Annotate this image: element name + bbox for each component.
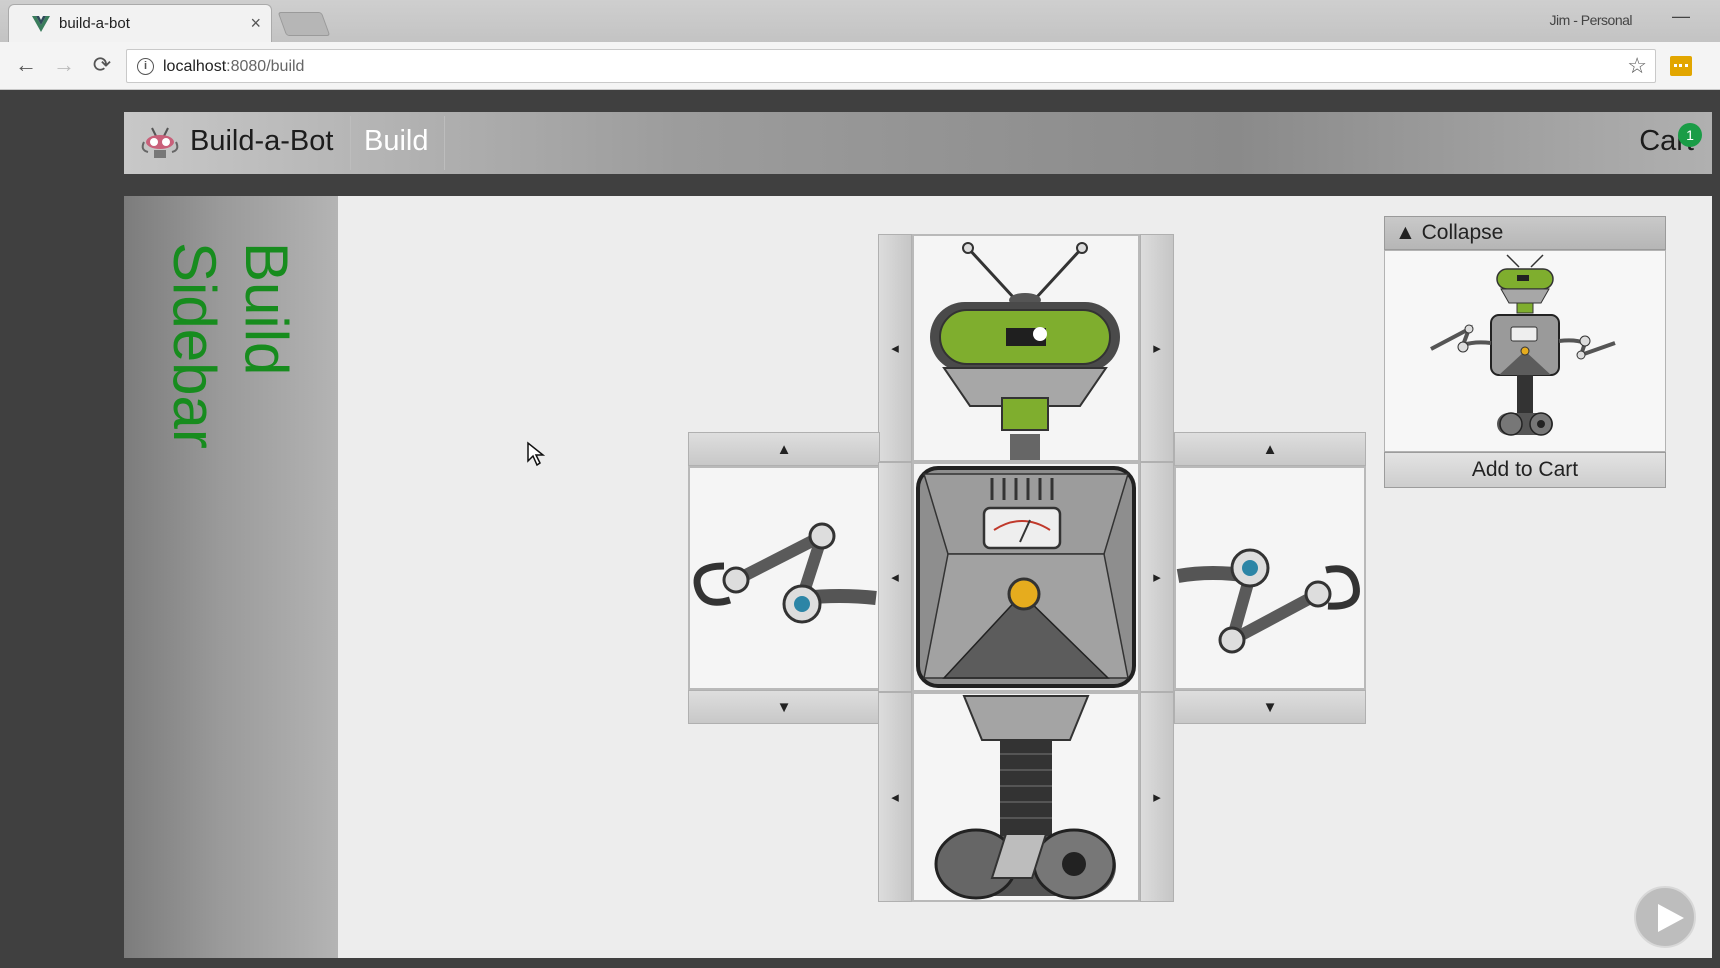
cart-count-badge: 1: [1678, 123, 1702, 147]
head-next-button[interactable]: ▸: [1140, 234, 1174, 462]
url-path: :8080/build: [226, 58, 305, 75]
left-arm-part: [688, 466, 880, 690]
site-info-icon[interactable]: i: [137, 58, 154, 75]
bookmark-star-icon[interactable]: ☆: [1627, 53, 1647, 79]
page-viewport: Build-a-Bot Build Cart 1 Build Sidebar ◂…: [0, 90, 1720, 968]
play-icon[interactable]: [1634, 886, 1696, 948]
head-part: [912, 234, 1140, 462]
robot-torso-image: [916, 466, 1136, 688]
base-part: [912, 692, 1140, 902]
browser-tab[interactable]: build-a-bot ×: [8, 4, 272, 42]
robot-head-image: [930, 242, 1120, 460]
cart-link[interactable]: Cart 1: [1639, 123, 1702, 158]
vue-logo-icon: [32, 16, 50, 32]
head-prev-button[interactable]: ◂: [878, 234, 912, 462]
extension-icon[interactable]: [1670, 56, 1692, 76]
robot-left-arm-image: [693, 522, 877, 624]
robot-logo-icon: [141, 127, 179, 158]
url-host: localhost: [163, 58, 227, 75]
brand-link[interactable]: Build-a-Bot: [190, 125, 333, 158]
robot-base-image: [934, 695, 1116, 900]
right-arm-part: [1174, 466, 1366, 690]
address-bar[interactable]: i localhost:8080/build ☆: [126, 49, 1656, 83]
collapse-button[interactable]: ▲ Collapse: [1384, 216, 1666, 250]
close-tab-icon[interactable]: ×: [250, 13, 261, 34]
app-header: Build-a-Bot Build Cart 1: [124, 112, 1712, 174]
sidebar-title-line1: Build: [233, 242, 300, 376]
base-next-button[interactable]: ▸: [1140, 692, 1174, 902]
builder-content: ◂ ▸ ▲ ▼ ◂ ▸ ▲ ▼ ◂ ▸ ▲ Collapse Add to Ca…: [338, 196, 1712, 958]
forward-arrow-icon[interactable]: →: [50, 52, 78, 80]
reload-icon[interactable]: ⟳: [88, 52, 116, 80]
tab-title: build-a-bot: [59, 15, 130, 32]
browser-toolbar: ← → ⟳ i localhost:8080/build ☆: [0, 42, 1720, 90]
left-arm-down-button[interactable]: ▼: [688, 690, 880, 724]
right-arm-down-button[interactable]: ▼: [1174, 690, 1366, 724]
preview-image-box: [1384, 250, 1666, 452]
torso-next-button[interactable]: ▸: [1140, 462, 1174, 692]
url-text[interactable]: localhost:8080/build: [163, 58, 304, 76]
header-divider: [350, 116, 351, 170]
base-prev-button[interactable]: ◂: [878, 692, 912, 902]
back-arrow-icon[interactable]: ←: [12, 52, 40, 80]
nav-build-link[interactable]: Build: [364, 125, 429, 158]
minimize-icon[interactable]: —: [1672, 6, 1690, 27]
torso-prev-button[interactable]: ◂: [878, 462, 912, 692]
build-sidebar: Build Sidebar: [124, 196, 338, 958]
robot-right-arm-image: [1176, 548, 1360, 654]
header-divider: [444, 116, 445, 170]
browser-tabstrip: build-a-bot × Jim - Personal —: [0, 0, 1720, 42]
robot-preview-panel: ▲ Collapse Add to Cart: [1384, 216, 1666, 488]
sidebar-title-line2: Sidebar: [161, 242, 228, 449]
profile-name[interactable]: Jim - Personal: [1550, 12, 1633, 28]
mouse-cursor-icon: [527, 441, 546, 467]
sidebar-title: Build Sidebar: [160, 242, 300, 502]
add-to-cart-button[interactable]: Add to Cart: [1384, 452, 1666, 488]
left-arm-up-button[interactable]: ▲: [688, 432, 880, 466]
right-arm-up-button[interactable]: ▲: [1174, 432, 1366, 466]
new-tab-button[interactable]: [277, 12, 331, 36]
torso-part: [912, 462, 1140, 692]
robot-preview-image: [1430, 254, 1616, 436]
